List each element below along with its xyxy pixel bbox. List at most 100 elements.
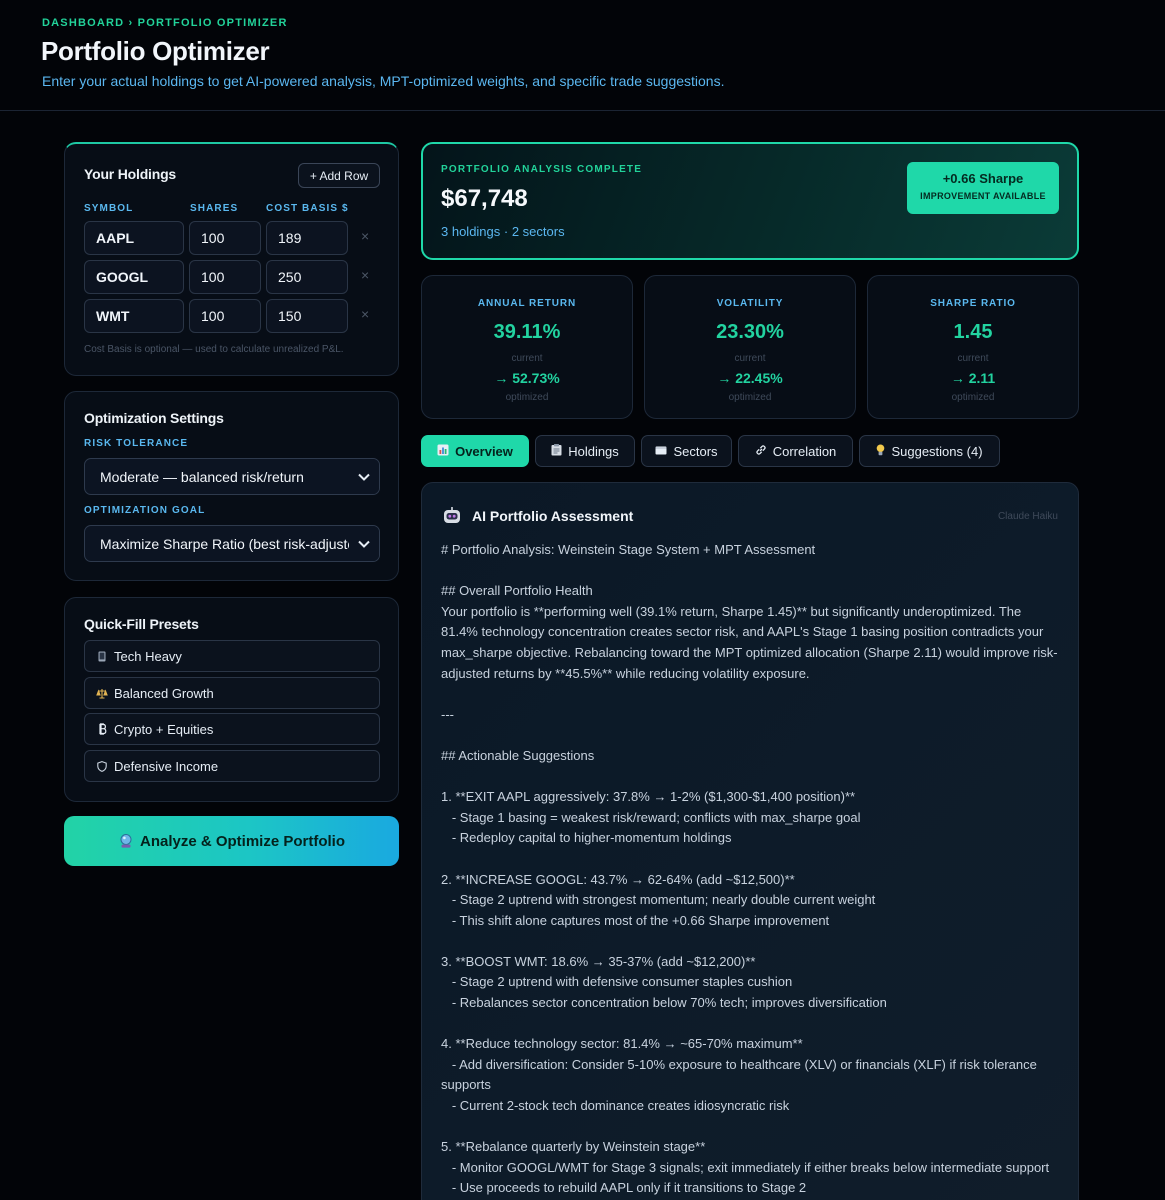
assessment-line: - Current 2-stock tech dominance creates… [441, 1098, 790, 1114]
tab-label: Correlation [772, 443, 837, 459]
assessment-line: - Redeploy capital to higher-momentum ho… [441, 830, 732, 846]
column-header-cost-basis: COST BASIS $ [266, 203, 349, 214]
symbol-input[interactable]: GOOGL [84, 260, 184, 294]
holdings-card: Your Holdings + Add Row SYMBOL SHARES CO… [64, 142, 399, 376]
chevron-down-icon [349, 459, 379, 494]
tab-holdings[interactable]: Holdings [535, 435, 635, 467]
tab-overview[interactable]: Overview [421, 435, 529, 467]
metric-optimized-caption: optimized [728, 392, 772, 403]
metric-optimized-caption: optimized [505, 392, 549, 403]
remove-row-icon[interactable]: × [361, 228, 369, 244]
sharpe-improvement-value: +0.66 Sharpe [942, 171, 1024, 186]
shares-input[interactable]: 100 [189, 221, 261, 255]
assessment-line: 4. **Reduce technology sector: 81.4% → ~… [441, 1036, 803, 1052]
assessment-title: AI Portfolio Assessment [472, 508, 634, 524]
crystal-ball-icon [118, 833, 134, 849]
preset-label: Balanced Growth [114, 685, 214, 701]
chevron-down-icon [349, 526, 379, 561]
metric-current-value: 1.45 [953, 321, 993, 343]
assessment-line: - Stage 2 uptrend with defensive consume… [441, 974, 793, 990]
link-icon [755, 444, 767, 459]
assessment-line: # Portfolio Analysis: Weinstein Stage Sy… [441, 542, 816, 557]
breadcrumb[interactable]: DASHBOARD › PORTFOLIO OPTIMIZER [42, 17, 288, 29]
tab-label: Overview [455, 443, 513, 459]
metric-card-sharpe-ratio: SHARPE RATIO 1.45 current → 2.11 optimiz… [867, 275, 1079, 419]
ai-assessment-panel: AI Portfolio Assessment Claude Haiku # P… [421, 482, 1079, 1200]
assessment-line [441, 1117, 1061, 1138]
assessment-line: supports [441, 1077, 491, 1093]
preset-label: Defensive Income [114, 758, 219, 774]
settings-title: Optimization Settings [84, 410, 224, 426]
cost-basis-input[interactable]: 250 [266, 260, 348, 294]
assessment-line: Your portfolio is **performing well (39.… [441, 603, 1022, 619]
tab-label: Sectors [673, 443, 718, 459]
assessment-line [441, 931, 1061, 952]
metric-current-value: 39.11% [493, 321, 561, 343]
preset-crypto-equities-button[interactable]: Crypto + Equities [84, 713, 380, 745]
preset-defensive-income-button[interactable]: Defensive Income [84, 750, 380, 782]
preset-balanced-growth-button[interactable]: Balanced Growth [84, 677, 380, 709]
metric-label: ANNUAL RETURN [477, 298, 577, 309]
metric-optimized-value: → 52.73% [494, 370, 560, 386]
metric-optimized-value: → 2.11 [950, 370, 996, 386]
add-row-button[interactable]: + Add Row [298, 163, 380, 188]
assessment-line [441, 1014, 1061, 1035]
metric-card-volatility: VOLATILITY 23.30% current → 22.45% optim… [644, 275, 856, 419]
quick-fill-presets-card: Quick-Fill Presets Tech Heavy Balanced G… [64, 597, 399, 802]
phone-icon [96, 650, 108, 662]
robot-icon [442, 506, 462, 526]
risk-tolerance-label: RISK TOLERANCE [84, 438, 189, 449]
assessment-line: --- [441, 706, 454, 722]
pie-icon [655, 445, 667, 458]
risk-tolerance-value: Moderate — balanced risk/return [100, 468, 304, 485]
preset-label: Tech Heavy [114, 648, 182, 664]
column-header-shares: SHARES [190, 203, 239, 214]
preset-tech-heavy-button[interactable]: Tech Heavy [84, 640, 380, 672]
optimization-goal-select[interactable]: Maximize Sharpe Ratio (best risk-adjuste… [84, 525, 380, 562]
metric-optimized-caption: optimized [951, 392, 995, 403]
assessment-line [441, 684, 1061, 705]
shares-input[interactable]: 100 [189, 299, 261, 333]
cost-basis-input[interactable]: 189 [266, 221, 348, 255]
assessment-text: # Portfolio Analysis: Weinstein Stage Sy… [441, 540, 1061, 1199]
assessment-line: - Add diversification: Consider 5-10% ex… [441, 1056, 1037, 1072]
cost-basis-hint: Cost Basis is optional — used to calcula… [84, 344, 344, 355]
assessment-line: - Monitor GOOGL/WMT for Stage 3 signals;… [441, 1159, 1050, 1175]
analyze-optimize-button[interactable]: Analyze & Optimize Portfolio [64, 816, 399, 866]
page-header: DASHBOARD › PORTFOLIO OPTIMIZER Portfoli… [0, 0, 1165, 111]
metric-card-annual-return: ANNUAL RETURN 39.11% current → 52.73% op… [421, 275, 633, 419]
assessment-line: 81.4% technology concentration creates s… [441, 624, 1044, 640]
sharpe-improvement-caption: IMPROVEMENT AVAILABLE [920, 191, 1046, 201]
assessment-line: - Stage 2 uptrend with strongest momentu… [441, 892, 876, 908]
metric-current-caption: current [734, 353, 766, 364]
portfolio-summary-banner: PORTFOLIO ANALYSIS COMPLETE $67,748 3 ho… [421, 142, 1079, 260]
assessment-line: - Use proceeds to rebuild AAPL only if i… [441, 1180, 807, 1196]
tab-suggestions[interactable]: Suggestions (4) [859, 435, 1000, 467]
assessment-line: ## Overall Portfolio Health [441, 583, 593, 599]
sharpe-improvement-badge: +0.66 Sharpe IMPROVEMENT AVAILABLE [907, 162, 1059, 214]
metric-current-caption: current [511, 353, 543, 364]
bulb-icon [876, 444, 885, 459]
cost-basis-input[interactable]: 150 [266, 299, 348, 333]
assessment-line: - This shift alone captures most of the … [441, 912, 830, 928]
remove-row-icon[interactable]: × [361, 306, 369, 322]
metric-current-value: 23.30% [716, 321, 784, 343]
assessment-line [441, 561, 1061, 582]
page-title: Portfolio Optimizer [41, 36, 270, 66]
symbol-input[interactable]: AAPL [84, 221, 184, 255]
shield-icon [96, 760, 108, 772]
tab-correlation[interactable]: Correlation [738, 435, 853, 467]
scale-icon [96, 687, 108, 699]
analyze-button-label: Analyze & Optimize Portfolio [139, 832, 346, 850]
preset-label: Crypto + Equities [114, 721, 214, 737]
assessment-line: max_sharpe objective. Rebalancing toward… [441, 644, 1058, 660]
tab-sectors[interactable]: Sectors [641, 435, 732, 467]
symbol-input[interactable]: WMT [84, 299, 184, 333]
chart-icon [437, 444, 449, 459]
metric-label: SHARPE RATIO [930, 298, 1016, 309]
remove-row-icon[interactable]: × [361, 267, 369, 283]
page-subtitle: Enter your actual holdings to get AI-pow… [42, 73, 725, 89]
assessment-line: 2. **INCREASE GOOGL: 43.7% → 62-64% (add… [441, 871, 795, 887]
risk-tolerance-select[interactable]: Moderate — balanced risk/return [84, 458, 380, 495]
shares-input[interactable]: 100 [189, 260, 261, 294]
